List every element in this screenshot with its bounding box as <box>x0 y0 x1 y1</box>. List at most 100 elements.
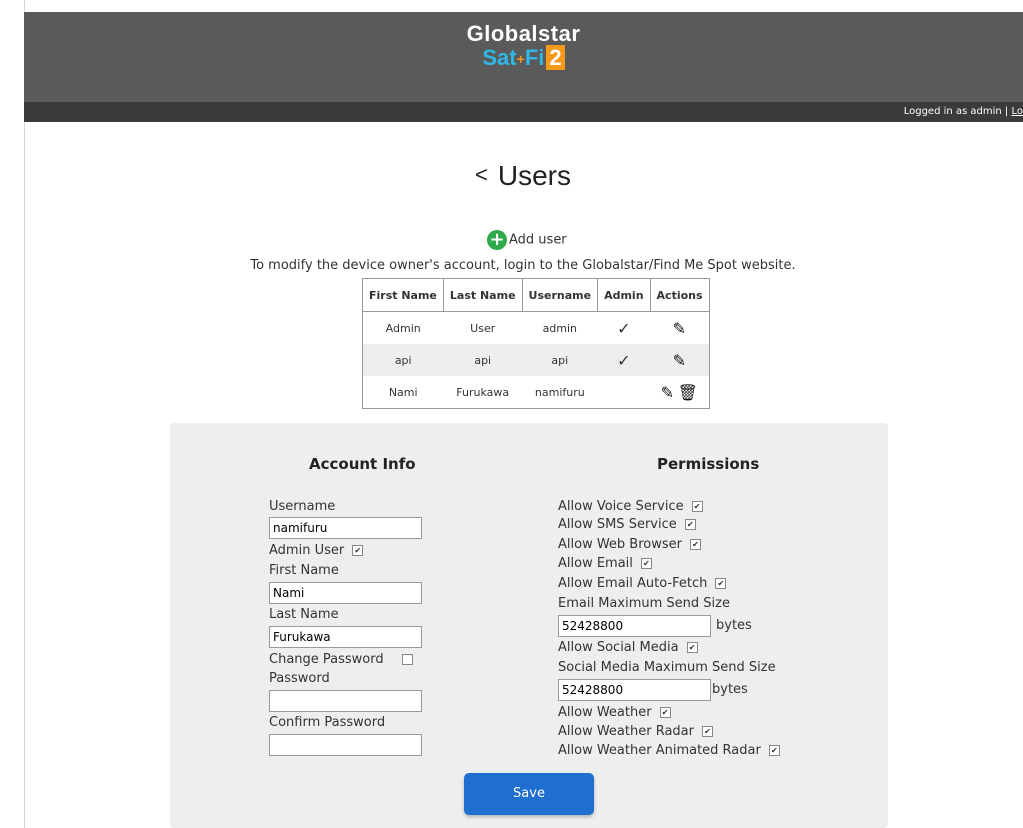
username-label: Username <box>269 499 336 514</box>
change-password-checkbox[interactable] <box>401 654 413 665</box>
perm-weather-radar-label: Allow Weather Radar <box>558 724 694 739</box>
status-bar: Logged in as admin | Lo <box>24 102 1023 122</box>
perm-voice-label: Allow Voice Service <box>558 499 684 514</box>
logo-sat: Sat <box>482 45 517 70</box>
perm-web-row: Allow Web Browser ✔ <box>558 537 701 552</box>
add-user-button[interactable]: + Add user <box>487 230 567 250</box>
admin-user-row: Admin User ✔ <box>269 543 364 558</box>
password-label: Password <box>269 671 330 686</box>
perm-email-autofetch-label: Allow Email Auto-Fetch <box>558 576 708 591</box>
col-admin: Admin <box>597 278 651 312</box>
perm-weather-label: Allow Weather <box>558 705 652 720</box>
logout-link[interactable]: Lo <box>1011 106 1023 117</box>
admin-user-checkbox[interactable]: ✔ <box>352 545 364 556</box>
logo-plus-icon: + <box>516 51 525 68</box>
cell-first-name: Admin <box>362 311 444 344</box>
admin-check-icon: ✓ <box>617 350 631 370</box>
admin-check-icon: ✓ <box>617 318 631 338</box>
col-actions: Actions <box>649 278 710 312</box>
add-circle-icon[interactable]: + <box>487 230 507 250</box>
perm-email-label: Allow Email <box>558 556 633 571</box>
social-max-size-label: Social Media Maximum Send Size <box>558 660 776 675</box>
page-title: < Users <box>0 160 1023 192</box>
last-name-label: Last Name <box>269 607 339 622</box>
cell-actions: ✎ 🗑 <box>650 376 710 409</box>
edit-pencil-icon[interactable]: ✎ <box>673 319 686 338</box>
edit-pencil-icon[interactable]: ✎ <box>673 351 686 370</box>
perm-voice-row: Allow Voice Service ✔ <box>558 499 703 514</box>
perm-email-autofetch-checkbox[interactable]: ✔ <box>715 578 727 589</box>
perm-voice-checkbox[interactable]: ✔ <box>691 501 703 512</box>
perm-email-checkbox[interactable]: ✔ <box>640 558 652 569</box>
first-name-input[interactable] <box>269 582 422 604</box>
email-max-size-label: Email Maximum Send Size <box>558 596 730 611</box>
col-last-name: Last Name <box>442 278 523 312</box>
permissions-heading: Permissions <box>657 455 760 473</box>
logo-fi: Fi <box>524 45 545 70</box>
users-table: First Name Last Name Username Admin Acti… <box>362 278 710 409</box>
account-info-heading: Account Info <box>309 455 416 473</box>
logged-in-text: Logged in as admin | <box>903 106 1012 117</box>
cell-actions: ✎ <box>650 311 710 344</box>
cell-first-name: api <box>362 344 444 376</box>
back-chevron-icon[interactable]: < <box>475 162 488 187</box>
logo-two: 2 <box>546 45 565 70</box>
last-name-input[interactable] <box>269 626 422 648</box>
perm-sms-row: Allow SMS Service ✔ <box>558 517 696 532</box>
cell-username: namifuru <box>522 376 598 409</box>
perm-weather-animated-label: Allow Weather Animated Radar <box>558 743 761 758</box>
perm-sms-label: Allow SMS Service <box>558 517 677 532</box>
cell-actions: ✎ <box>650 344 710 376</box>
change-password-row: Change Password <box>269 652 413 667</box>
globalstar-satfi2-logo: Globalstar Sat+Fi 2 <box>24 22 1023 71</box>
table-row: api api api ✓ ✎ <box>362 344 710 376</box>
logo-satfi: Sat+Fi 2 <box>24 45 1023 71</box>
perm-weather-animated-row: Allow Weather Animated Radar ✔ <box>558 743 780 758</box>
perm-email-autofetch-row: Allow Email Auto-Fetch ✔ <box>558 576 727 591</box>
table-header-row: First Name Last Name Username Admin Acti… <box>362 278 710 312</box>
add-user-label[interactable]: Add user <box>509 233 567 248</box>
page-title-text: Users <box>497 160 571 191</box>
perm-web-label: Allow Web Browser <box>558 537 682 552</box>
table-row: Nami Furukawa namifuru ✎ 🗑 <box>362 376 710 409</box>
save-button[interactable]: Save <box>464 773 594 815</box>
owner-account-note: To modify the device owner's account, lo… <box>250 258 796 273</box>
perm-weather-row: Allow Weather ✔ <box>558 705 671 720</box>
password-input[interactable] <box>269 690 422 712</box>
cell-last-name: api <box>443 344 523 376</box>
perm-social-row: Allow Social Media ✔ <box>558 640 698 655</box>
perm-weather-radar-checkbox[interactable]: ✔ <box>701 726 713 737</box>
perm-social-checkbox[interactable]: ✔ <box>686 642 698 653</box>
cell-last-name: Furukawa <box>443 376 523 409</box>
confirm-password-input[interactable] <box>269 734 422 756</box>
cell-first-name: Nami <box>362 376 444 409</box>
col-first-name: First Name <box>362 278 444 312</box>
social-bytes-unit: bytes <box>712 682 748 697</box>
perm-weather-checkbox[interactable]: ✔ <box>659 707 671 718</box>
page-left-border <box>24 0 25 828</box>
logo-globalstar: Globalstar <box>466 21 581 46</box>
delete-trash-icon[interactable]: 🗑 <box>678 383 698 402</box>
edit-pencil-icon[interactable]: ✎ <box>661 383 674 402</box>
perm-web-checkbox[interactable]: ✔ <box>690 539 701 550</box>
cell-admin: ✓ <box>597 344 651 376</box>
cell-username: api <box>522 344 598 376</box>
first-name-label: First Name <box>269 563 339 578</box>
cell-username: admin <box>542 321 578 335</box>
confirm-password-label: Confirm Password <box>269 715 386 730</box>
login-status: Logged in as admin | Lo <box>904 106 1023 117</box>
perm-email-row: Allow Email ✔ <box>558 556 652 571</box>
email-max-size-input[interactable] <box>558 615 711 637</box>
app-header: Globalstar Sat+Fi 2 <box>24 12 1023 102</box>
perm-weather-animated-checkbox[interactable]: ✔ <box>768 745 780 756</box>
change-password-label: Change Password <box>269 652 384 667</box>
social-max-size-input[interactable] <box>558 679 711 701</box>
table-row: Admin User admin ✓ ✎ <box>362 311 710 344</box>
perm-social-label: Allow Social Media <box>558 640 679 655</box>
perm-sms-checkbox[interactable]: ✔ <box>684 519 696 530</box>
username-input[interactable] <box>269 517 422 539</box>
col-username: Username <box>521 278 599 312</box>
cell-last-name: User <box>470 321 496 335</box>
admin-user-label: Admin User <box>269 543 345 558</box>
perm-weather-radar-row: Allow Weather Radar ✔ <box>558 724 713 739</box>
